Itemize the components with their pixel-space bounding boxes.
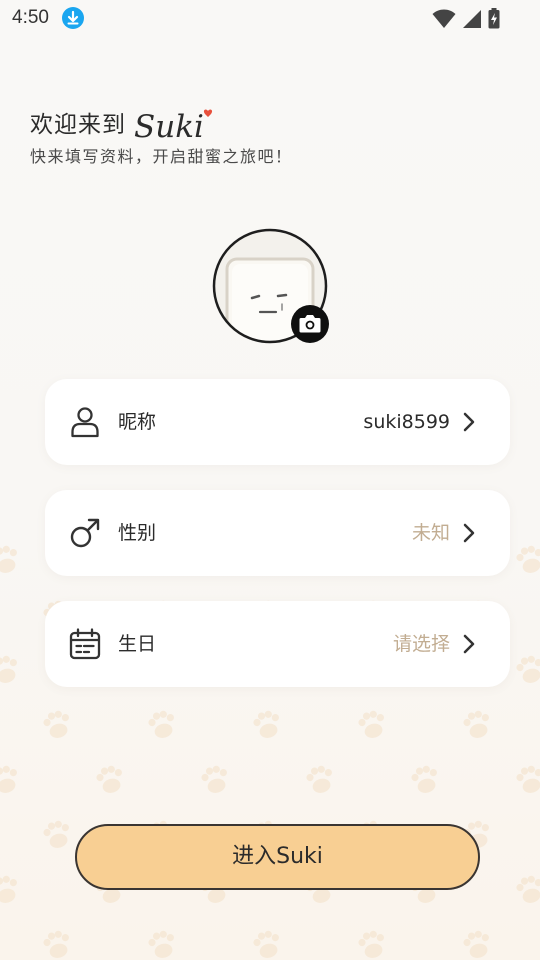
welcome-heading: 欢迎来到 Suki bbox=[30, 103, 216, 143]
gender-value: 未知 bbox=[411, 522, 450, 544]
battery-charging-icon bbox=[488, 8, 500, 29]
nickname-row[interactable]: 昵称 suki8599 bbox=[45, 379, 510, 465]
change-avatar-button[interactable] bbox=[291, 305, 329, 343]
person-icon bbox=[71, 407, 99, 438]
calendar-icon bbox=[69, 628, 101, 660]
birthday-value: 请选择 bbox=[392, 633, 450, 655]
birthday-row[interactable]: 生日 请选择 bbox=[45, 601, 510, 687]
cell-signal-icon bbox=[463, 9, 481, 28]
status-bar: 4:50 bbox=[0, 0, 540, 36]
chevron-right-icon bbox=[463, 634, 475, 654]
subtitle: 快来填写资料，开启甜蜜之旅吧！ bbox=[30, 147, 293, 166]
status-time: 4:50 bbox=[12, 7, 49, 28]
gender-label: 性别 bbox=[118, 522, 157, 544]
male-gender-icon bbox=[70, 518, 100, 548]
chevron-right-icon bbox=[463, 412, 475, 432]
nickname-label: 昵称 bbox=[118, 411, 157, 433]
nickname-value: suki8599 bbox=[363, 411, 450, 433]
download-notification-icon bbox=[62, 7, 84, 29]
wifi-icon bbox=[432, 9, 456, 28]
enter-suki-button[interactable]: 进入Suki bbox=[75, 824, 480, 890]
chevron-right-icon bbox=[463, 523, 475, 543]
suki-brand-logo: Suki bbox=[134, 109, 213, 143]
welcome-text: 欢迎来到 bbox=[30, 112, 126, 138]
gender-row[interactable]: 性别 未知 bbox=[45, 490, 510, 576]
birthday-label: 生日 bbox=[118, 633, 157, 655]
camera-icon bbox=[299, 315, 321, 333]
svg-text:Suki: Suki bbox=[134, 109, 204, 143]
